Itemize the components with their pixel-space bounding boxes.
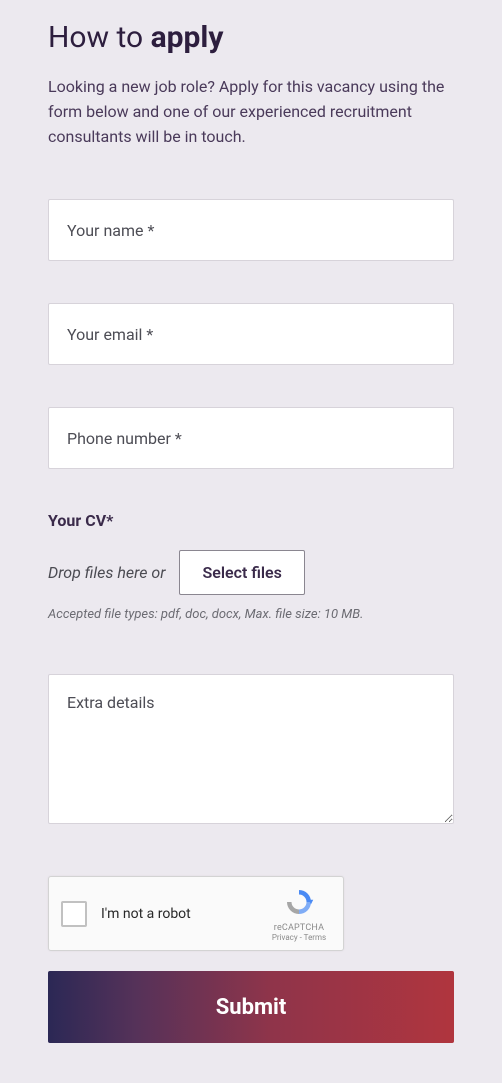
phone-input[interactable] (48, 407, 454, 469)
extra-details-textarea[interactable] (48, 674, 454, 824)
recaptcha-brand: reCAPTCHA (267, 923, 331, 933)
cv-label: Your CV* (48, 511, 454, 530)
cv-drop-text: Drop files here or (48, 563, 165, 582)
page-title: How to apply (48, 20, 454, 55)
recaptcha-label: I'm not a robot (101, 906, 191, 922)
intro-text: Looking a new job role? Apply for this v… (48, 75, 454, 149)
submit-button[interactable]: Submit (48, 971, 454, 1043)
select-files-button[interactable]: Select files (179, 550, 304, 595)
page-title-bold: apply (151, 20, 224, 55)
recaptcha-badge: reCAPTCHA Privacy - Terms (267, 887, 331, 942)
name-input[interactable] (48, 199, 454, 261)
recaptcha-widget: I'm not a robot reCAPTCHA Privacy - Term… (48, 876, 344, 951)
cv-drop-row: Drop files here or Select files (48, 550, 454, 595)
email-input[interactable] (48, 303, 454, 365)
cv-accepted-text: Accepted file types: pdf, doc, docx, Max… (48, 607, 454, 622)
recaptcha-links[interactable]: Privacy - Terms (267, 933, 331, 942)
page-title-pre: How to (48, 20, 151, 55)
recaptcha-checkbox[interactable] (61, 901, 87, 927)
recaptcha-icon (284, 887, 314, 917)
